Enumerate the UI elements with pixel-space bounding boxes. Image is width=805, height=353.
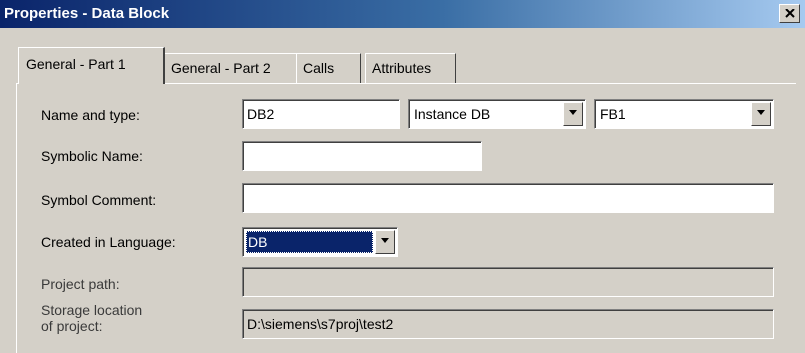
tab-label: General - Part 1 [26, 56, 126, 72]
tab-label: Attributes [372, 60, 432, 76]
close-button[interactable] [779, 4, 800, 23]
tab-calls[interactable]: Calls [296, 53, 361, 83]
properties-dialog: Properties - Data Block General - Part 1… [0, 0, 805, 353]
tab-attributes[interactable]: Attributes [365, 53, 456, 83]
window-title: Properties - Data Block [4, 5, 170, 22]
tab-general-part-1[interactable]: General - Part 1 [18, 47, 165, 84]
title-bar[interactable]: Properties - Data Block [0, 0, 805, 28]
tab-label: Calls [303, 60, 335, 76]
close-icon [785, 9, 795, 18]
tab-general-part-2[interactable]: General - Part 2 [164, 53, 297, 83]
tab-panel-general-part-1 [16, 83, 796, 353]
tab-label: General - Part 2 [171, 60, 271, 76]
